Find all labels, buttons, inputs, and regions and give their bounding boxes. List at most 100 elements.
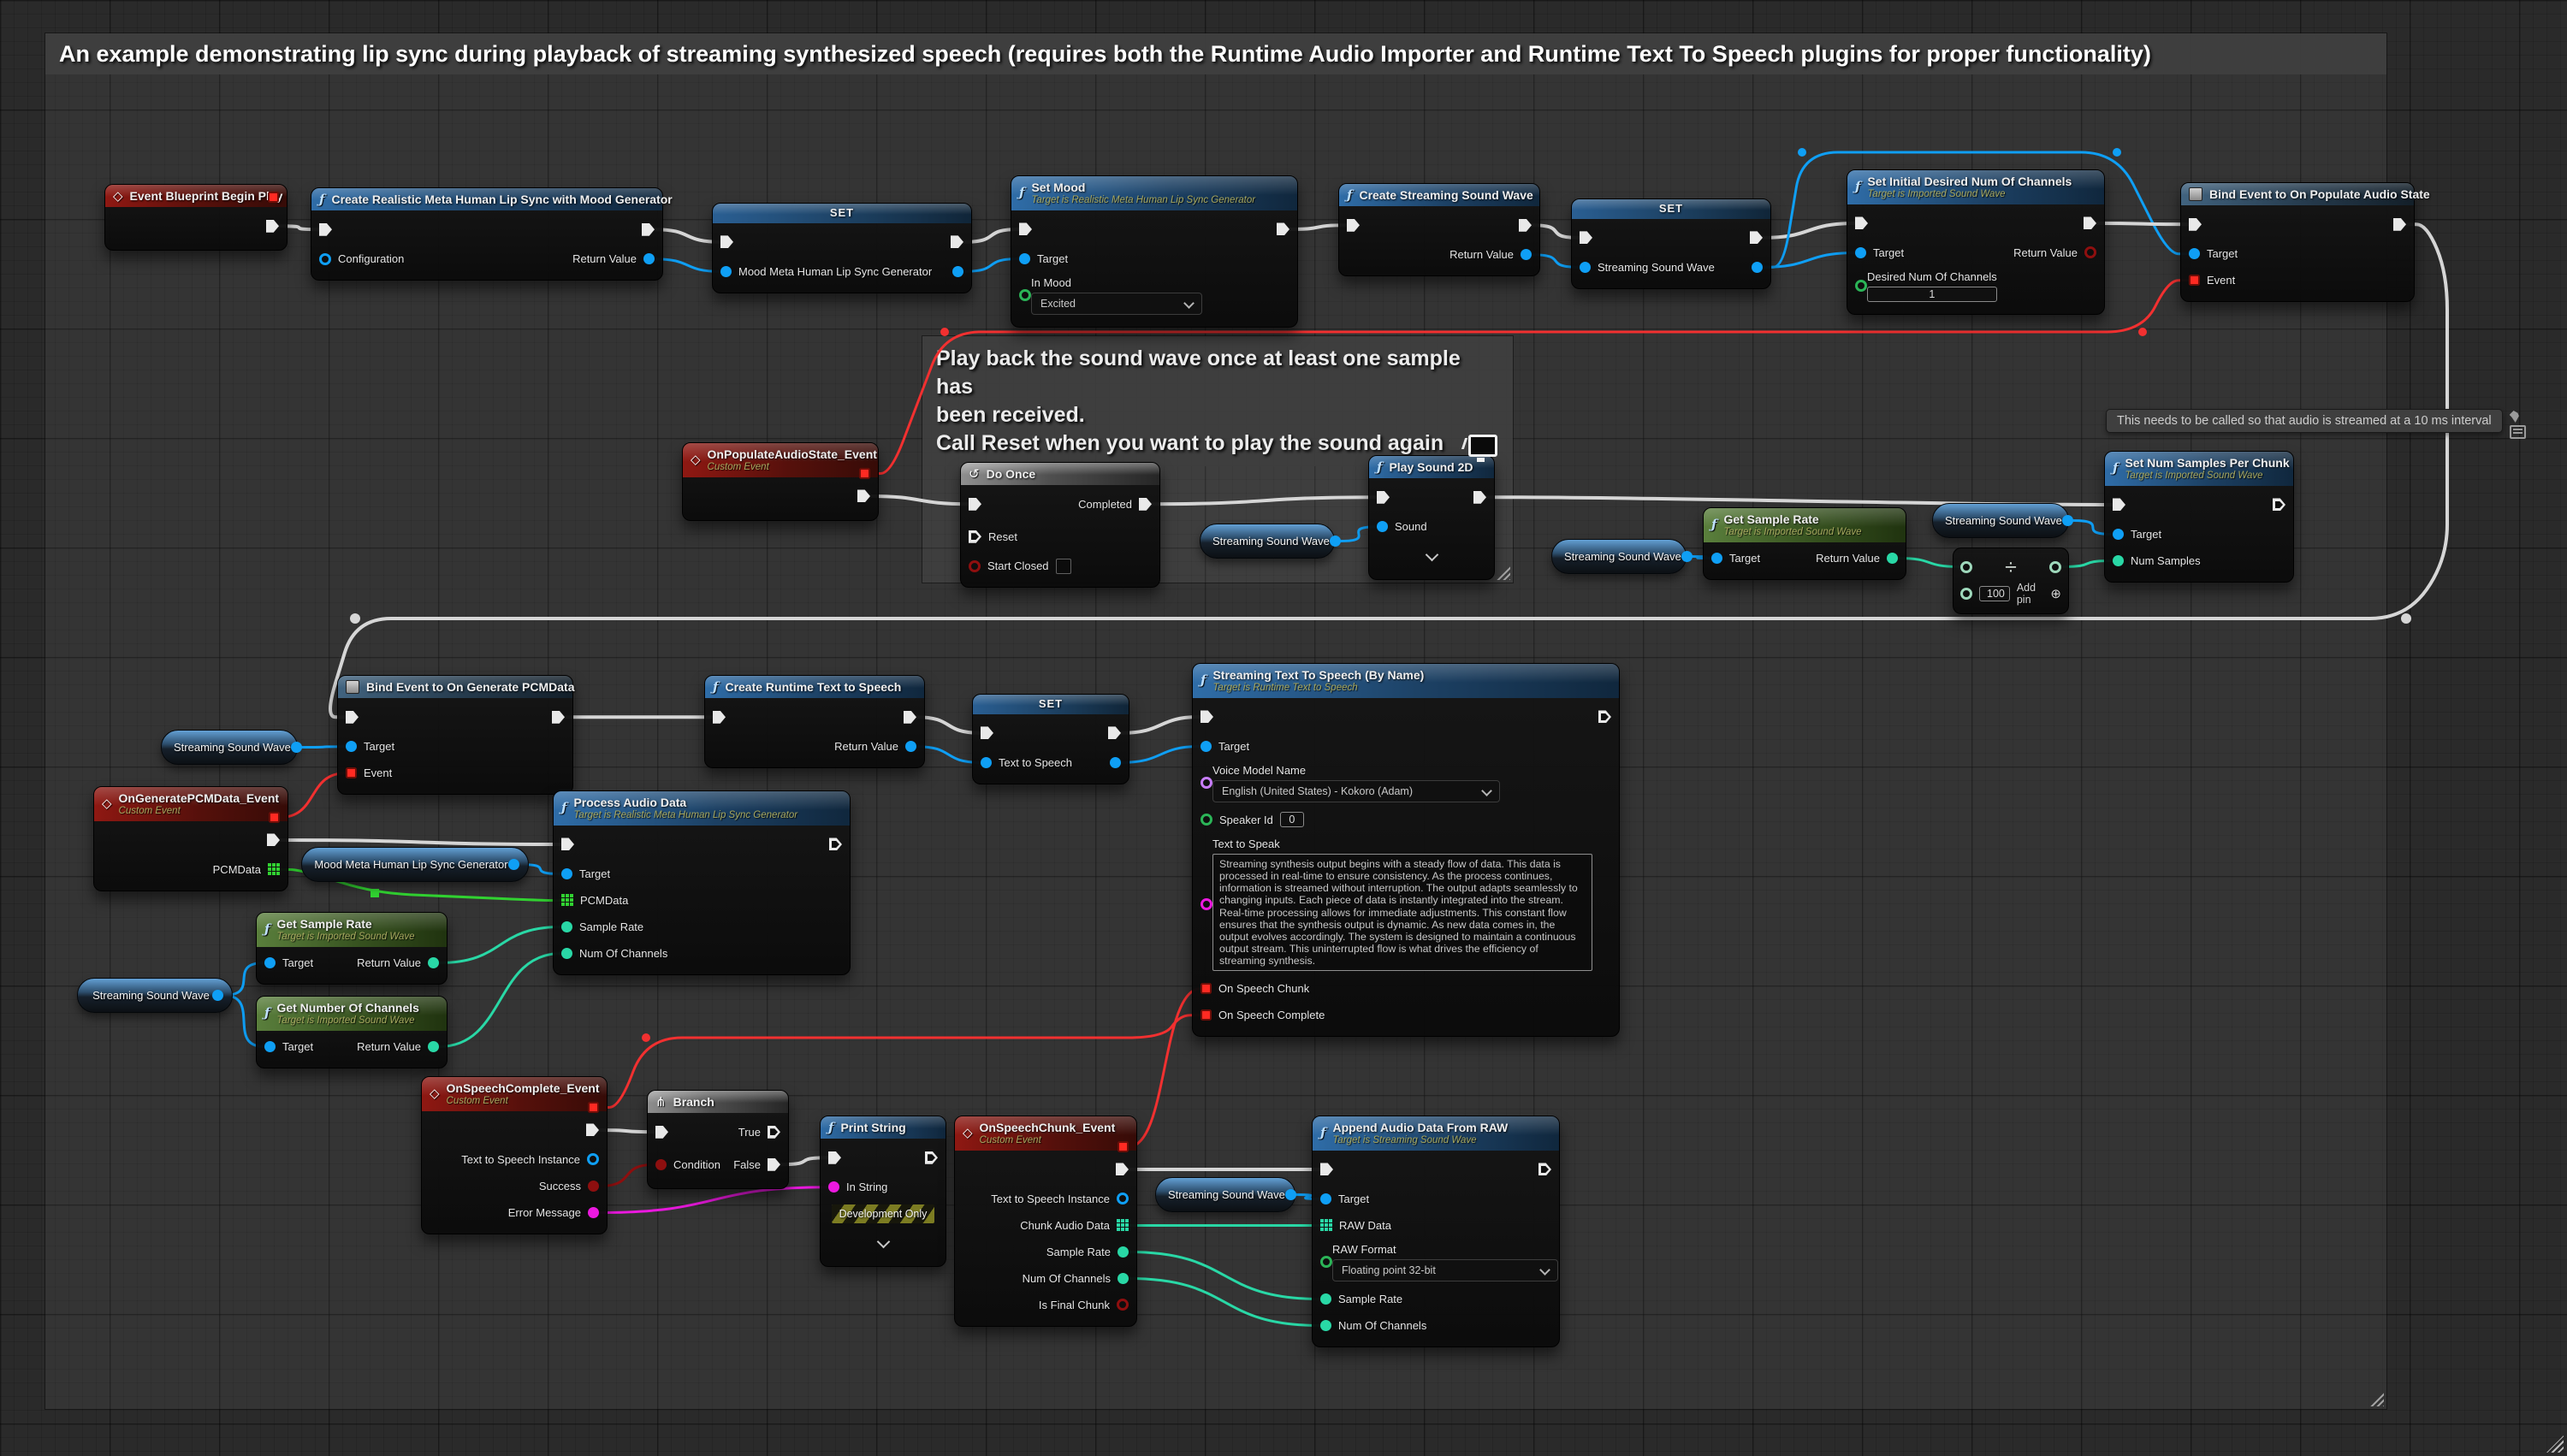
ope-delegate-delegate-pin[interactable] — [859, 468, 870, 479]
oschunk-chunk-array-pin[interactable] — [1117, 1219, 1129, 1231]
node-create-lipsync[interactable]: ƒCreate Realistic Meta Human Lip Sync wi… — [311, 187, 663, 281]
sms-in-exec-pin[interactable] — [720, 235, 733, 248]
reroute-node[interactable] — [371, 889, 379, 897]
text-input[interactable]: Streaming synthesis output begins with a… — [1212, 854, 1592, 971]
moodpill-out-obj-pin[interactable] — [508, 859, 519, 870]
wire-osc-error-to-ps-str[interactable] — [599, 1187, 828, 1213]
oge-delegate-delegate-pin[interactable] — [269, 812, 280, 823]
osc-error-str-pin[interactable] — [588, 1207, 599, 1218]
osc-inst-obj-pin[interactable] — [587, 1153, 599, 1165]
add-pin-button[interactable]: Add pin⊕ — [2017, 582, 2061, 606]
wire-cl-ret-to-sms-vin[interactable] — [655, 259, 720, 272]
do-reset-exec-pin[interactable] — [969, 530, 981, 543]
bp2-out-exec-pin[interactable] — [2393, 218, 2406, 231]
wire-crt-out-to-st-in[interactable] — [916, 717, 981, 733]
cl-in-exec-pin[interactable] — [319, 223, 332, 236]
wire-sssw-out-to-sic-in[interactable] — [1763, 223, 1855, 238]
node-onspeechcomplete-event[interactable]: ◇OnSpeechComplete_EventCustom EventText … — [421, 1076, 608, 1234]
gnc-target-obj-pin[interactable] — [264, 1041, 276, 1052]
bg-in-exec-pin[interactable] — [346, 711, 359, 724]
wire-gsr1-ret-to-div-a[interactable] — [1898, 558, 1960, 566]
sm-in-exec-pin[interactable] — [1019, 222, 1032, 235]
pill4-out-obj-pin[interactable] — [291, 742, 302, 753]
stts-out-exec-pin[interactable] — [1598, 710, 1611, 723]
dropdown[interactable]: Excited — [1031, 293, 1202, 315]
stts-chunk-delegate-pin[interactable] — [1201, 983, 1212, 994]
ar-out-exec-pin[interactable] — [1538, 1163, 1551, 1175]
stts-text-str-pin[interactable] — [1201, 898, 1212, 910]
bp-delegate-delegate-pin[interactable] — [268, 192, 279, 203]
wire-cl-out-to-sms-in[interactable] — [655, 229, 720, 242]
node-streaming-tts[interactable]: ƒStreaming Text To Speech (By Name)Targe… — [1192, 663, 1620, 1037]
ar-raw-array-pin[interactable] — [1320, 1219, 1332, 1231]
node-play-sound-2d[interactable]: ƒPlay Sound 2DSound — [1368, 455, 1495, 580]
reroute-dot[interactable] — [2113, 148, 2121, 157]
pa-pcm-array-pin[interactable] — [561, 894, 573, 906]
node-ongenerate-pcm-event[interactable]: ◇OnGeneratePCMData_EventCustom EventPCMD… — [93, 786, 288, 891]
cl-config-obj-pin[interactable] — [319, 253, 331, 265]
p2d-out-exec-pin[interactable] — [1473, 491, 1486, 504]
sm-out-exec-pin[interactable] — [1277, 222, 1289, 235]
div-b-wild-pin[interactable] — [1960, 588, 1972, 600]
reroute-dot[interactable] — [1798, 148, 1806, 157]
oge-out-exec-pin[interactable] — [267, 833, 280, 846]
node-get-num-channels[interactable]: ƒGet Number Of ChannelsTarget is Importe… — [256, 996, 448, 1068]
do-startclosed-bool-pin[interactable] — [969, 560, 981, 572]
br-in-exec-pin[interactable] — [655, 1126, 668, 1139]
wire-sic-out-to-bp2-in[interactable] — [2096, 223, 2189, 224]
sms-out-exec-pin[interactable] — [951, 235, 963, 248]
pushpin-icon[interactable] — [2510, 411, 2522, 423]
pill6-out-obj-pin[interactable] — [1285, 1189, 1296, 1200]
stts-in-exec-pin[interactable] — [1201, 710, 1213, 723]
ps-in-exec-pin[interactable] — [828, 1151, 841, 1164]
node-set-ssw[interactable]: SETStreaming Sound Wave — [1571, 198, 1771, 289]
node-get-sample-rate-2[interactable]: ƒGet Sample RateTarget is Imported Sound… — [256, 912, 448, 985]
variable-get-pill-mood[interactable]: Mood Meta Human Lip Sync Generator — [301, 847, 529, 882]
node-set-tts[interactable]: SETText to Speech — [972, 694, 1129, 784]
expand-row[interactable] — [1369, 540, 1494, 571]
node-divide[interactable]: ÷100Add pin⊕ — [1953, 547, 2069, 614]
p2d-sound-obj-pin[interactable] — [1377, 521, 1388, 532]
oschunk-delegate-delegate-pin[interactable] — [1118, 1141, 1129, 1152]
ar-nc-int-pin[interactable] — [1320, 1320, 1331, 1331]
stts-complete-delegate-pin[interactable] — [1201, 1009, 1212, 1021]
node-set-mood-gen[interactable]: SETMood Meta Human Lip Sync Generator — [712, 203, 972, 293]
node-process-audio-data[interactable]: ƒProcess Audio DataTarget is Realistic M… — [553, 790, 851, 975]
checkbox[interactable] — [1056, 559, 1071, 574]
node-create-runtime-tts[interactable]: ƒCreate Runtime Text to SpeechReturn Val… — [704, 675, 925, 768]
gsr2-target-obj-pin[interactable] — [264, 957, 276, 968]
ps-out-exec-pin[interactable] — [925, 1151, 938, 1164]
bp2-target-obj-pin[interactable] — [2189, 248, 2200, 259]
comment-bubble-icon[interactable] — [2510, 425, 2526, 439]
node-print-string[interactable]: ƒPrint StringIn StringDevelopment Only — [820, 1116, 946, 1267]
csw-out-exec-pin[interactable] — [1519, 219, 1532, 232]
oschunk-nc-int-pin[interactable] — [1118, 1273, 1129, 1284]
gsr1-target-obj-pin[interactable] — [1711, 553, 1722, 564]
blueprint-canvas[interactable]: An example demonstrating lip sync during… — [0, 0, 2567, 1456]
ar-in-exec-pin[interactable] — [1320, 1163, 1333, 1175]
node-begin-play[interactable]: ◇Event Blueprint Begin Play — [104, 184, 288, 251]
node-append-raw[interactable]: ƒAppend Audio Data From RAWTarget is Str… — [1312, 1116, 1560, 1347]
pill1-out-obj-pin[interactable] — [1330, 536, 1341, 547]
osc-success-bool-pin[interactable] — [588, 1181, 599, 1192]
node-set-initial-channels[interactable]: ƒSet Initial Desired Num Of ChannelsTarg… — [1847, 169, 2105, 315]
pa-nc-int-pin[interactable] — [561, 948, 572, 959]
crt-out-exec-pin[interactable] — [904, 711, 916, 724]
wire-oschunk-sr-to-ar-sr[interactable] — [1129, 1252, 1320, 1299]
node-bind-populate[interactable]: Bind Event to On Populate Audio StateTar… — [2180, 182, 2415, 302]
sns-out-exec-pin[interactable] — [2273, 498, 2285, 511]
ps-str-str-pin[interactable] — [828, 1181, 839, 1193]
ar-format-enum-pin[interactable] — [1320, 1256, 1332, 1268]
cl-ret-obj-pin[interactable] — [643, 253, 655, 264]
pa-sr-int-pin[interactable] — [561, 921, 572, 932]
variable-get-pill-ssw-2[interactable]: Streaming Sound Wave — [1551, 539, 1687, 574]
bg-out-exec-pin[interactable] — [552, 711, 565, 724]
variable-get-pill-ssw-5[interactable]: Streaming Sound Wave — [77, 978, 233, 1013]
reroute-dot[interactable] — [642, 1033, 650, 1042]
node-set-mood[interactable]: ƒSet MoodTarget is Realistic Meta Human … — [1011, 175, 1298, 328]
osc-out-exec-pin[interactable] — [586, 1123, 599, 1136]
node-create-ssw[interactable]: ƒCreate Streaming Sound WaveReturn Value — [1338, 183, 1540, 276]
node-get-sample-rate-1[interactable]: ƒGet Sample RateTarget is Imported Sound… — [1703, 507, 1906, 580]
node-onspeechchunk-event[interactable]: ◇OnSpeechChunk_EventCustom EventText to … — [954, 1116, 1137, 1327]
sms-vout-obj-pin[interactable] — [952, 266, 963, 277]
